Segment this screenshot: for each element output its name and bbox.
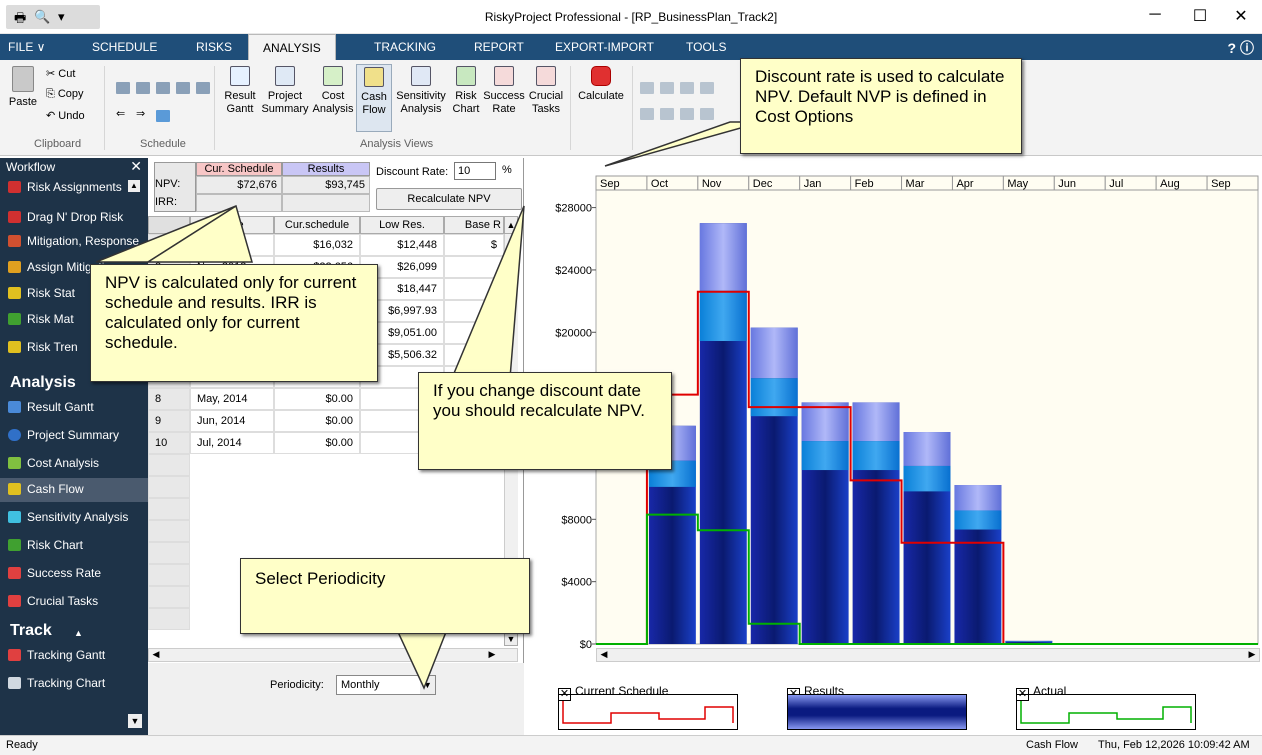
callout-recalculate: If you change discount date you should r… [418, 372, 672, 470]
callout-periodicity: Select Periodicity [240, 558, 530, 634]
callout-discount-rate: Discount rate is used to calculate NPV. … [740, 58, 1022, 154]
callout-npv: NPV is calculated only for current sched… [90, 264, 378, 382]
